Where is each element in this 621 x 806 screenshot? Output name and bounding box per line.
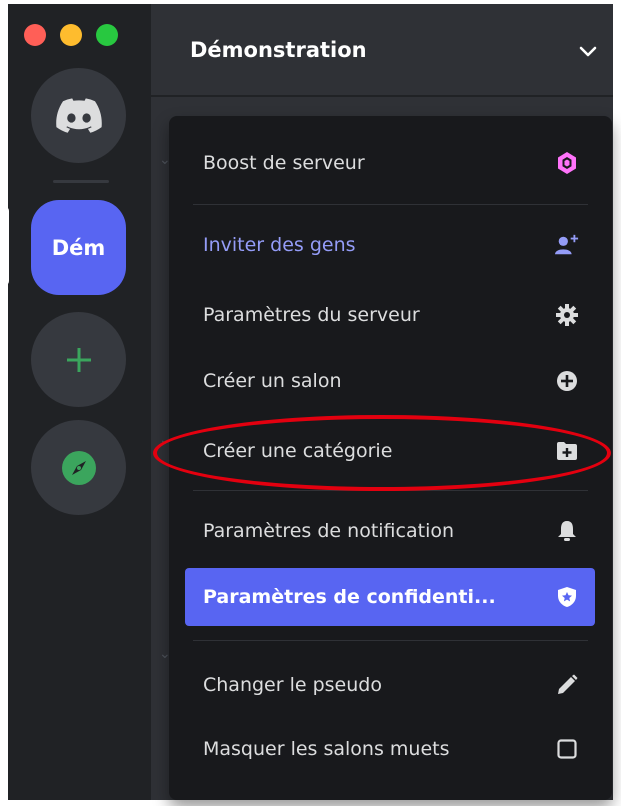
- selected-server-indicator: [8, 206, 9, 286]
- menu-item-create-category[interactable]: Créer une catégorie: [185, 422, 595, 480]
- menu-item-label: Changer le pseudo: [203, 674, 382, 696]
- menu-item-label: Créer un salon: [203, 370, 342, 392]
- menu-separator: [193, 204, 588, 205]
- pencil-icon: [555, 673, 579, 697]
- shield-icon: [555, 585, 579, 609]
- add-person-icon: [555, 233, 579, 257]
- checkbox-icon[interactable]: [555, 737, 579, 761]
- menu-separator: [193, 640, 588, 641]
- menu-item-label: Inviter des gens: [203, 234, 356, 256]
- server-demonstration[interactable]: Dém: [31, 200, 126, 295]
- gear-icon: [555, 303, 579, 327]
- rail-separator: [53, 180, 109, 183]
- menu-item-invite[interactable]: Inviter des gens: [185, 216, 595, 274]
- explore-servers-button[interactable]: [31, 420, 126, 515]
- compass-icon: [61, 450, 96, 485]
- folder-plus-icon: [555, 439, 579, 463]
- menu-separator: [193, 490, 588, 491]
- menu-item-label: Paramètres de confidenti...: [203, 586, 496, 608]
- boost-gem-icon: [555, 151, 579, 175]
- bell-icon: [555, 519, 579, 543]
- add-server-button[interactable]: [31, 312, 126, 407]
- chevron-down-icon[interactable]: [577, 40, 599, 62]
- menu-item-hide-muted-channels[interactable]: Masquer les salons muets: [185, 720, 595, 778]
- menu-item-create-channel[interactable]: Créer un salon: [185, 352, 595, 410]
- menu-item-server-settings[interactable]: Paramètres du serveur: [185, 286, 595, 344]
- server-rail: Dém: [8, 4, 151, 800]
- discord-logo-icon: [55, 97, 102, 133]
- home-button[interactable]: [31, 68, 126, 163]
- menu-item-label: Boost de serveur: [203, 152, 365, 174]
- server-header[interactable]: Démonstration: [151, 4, 613, 97]
- menu-item-change-nickname[interactable]: Changer le pseudo: [185, 656, 595, 714]
- close-window-button[interactable]: [24, 24, 46, 46]
- menu-item-boost[interactable]: Boost de serveur: [185, 134, 595, 192]
- menu-item-label: Masquer les salons muets: [203, 738, 450, 760]
- zoom-window-button[interactable]: [96, 24, 118, 46]
- plus-circle-icon: [555, 369, 579, 393]
- server-context-menu: Boost de serveur Inviter des gens Paramè…: [169, 116, 612, 800]
- menu-item-notification-settings[interactable]: Paramètres de notification: [185, 502, 595, 560]
- server-name: Démonstration: [190, 37, 367, 62]
- server-abbreviation: Dém: [51, 235, 106, 260]
- plus-icon: [66, 347, 91, 372]
- menu-item-label: Créer une catégorie: [203, 440, 393, 462]
- menu-item-label: Paramètres du serveur: [203, 304, 420, 326]
- menu-item-label: Paramètres de notification: [203, 520, 455, 542]
- minimize-window-button[interactable]: [60, 24, 82, 46]
- menu-item-privacy-settings[interactable]: Paramètres de confidenti...: [185, 568, 595, 626]
